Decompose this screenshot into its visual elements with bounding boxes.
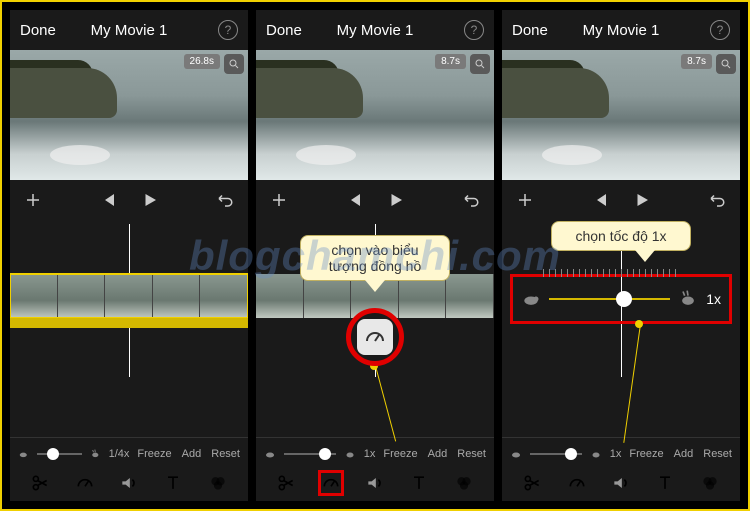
slider-ticks xyxy=(543,269,679,277)
zoom-icon[interactable] xyxy=(224,54,244,74)
video-preview: 26.8s xyxy=(10,50,248,180)
speed-mini-slider[interactable] xyxy=(37,453,82,455)
volume-icon[interactable] xyxy=(608,470,634,496)
text-icon[interactable] xyxy=(406,470,432,496)
zoom-icon[interactable] xyxy=(716,54,736,74)
undo-icon[interactable] xyxy=(708,191,726,214)
speedometer-icon[interactable] xyxy=(72,470,98,496)
undo-icon[interactable] xyxy=(462,191,480,214)
freeze-button[interactable]: Freeze xyxy=(137,448,171,460)
speed-mini-slider[interactable] xyxy=(284,453,336,455)
connector-dot xyxy=(635,320,643,328)
connector-line xyxy=(375,366,396,442)
speed-value: 1/4x xyxy=(109,448,130,460)
speed-slider-highlight[interactable]: chọn tốc độ 1x 1x xyxy=(510,274,732,324)
add-media-icon[interactable] xyxy=(516,191,534,214)
turtle-icon xyxy=(264,447,276,461)
skip-back-icon[interactable] xyxy=(591,191,609,214)
speedometer-icon[interactable] xyxy=(318,470,344,496)
callout-speed-1x: chọn tốc độ 1x xyxy=(551,221,691,251)
speed-button-highlight[interactable]: chọn vào biểu tượng đồng hồ xyxy=(346,308,404,366)
topbar: Done My Movie 1 ? xyxy=(10,10,248,50)
undo-icon[interactable] xyxy=(216,191,234,214)
timeline[interactable]: chọn tốc độ 1x 1x xyxy=(502,224,740,437)
zoom-icon[interactable] xyxy=(470,54,490,74)
filters-icon[interactable] xyxy=(205,470,231,496)
skip-back-icon[interactable] xyxy=(99,191,117,214)
done-button[interactable]: Done xyxy=(266,22,302,39)
help-icon[interactable]: ? xyxy=(218,20,238,40)
rabbit-icon xyxy=(590,447,602,461)
play-icon[interactable] xyxy=(141,191,159,214)
reset-button[interactable]: Reset xyxy=(457,448,486,460)
freeze-button[interactable]: Freeze xyxy=(383,448,417,460)
filters-icon[interactable] xyxy=(697,470,723,496)
project-title: My Movie 1 xyxy=(91,22,168,39)
volume-icon[interactable] xyxy=(116,470,142,496)
rabbit-icon xyxy=(90,447,101,461)
speed-value: 1x xyxy=(610,448,622,460)
text-icon[interactable] xyxy=(160,470,186,496)
add-button[interactable]: Add xyxy=(182,448,202,460)
speed-indicator-bar xyxy=(10,318,248,328)
connector-line xyxy=(623,324,641,443)
transport-bar xyxy=(10,180,248,224)
scissors-icon[interactable] xyxy=(27,470,53,496)
project-title: My Movie 1 xyxy=(583,22,660,39)
volume-icon[interactable] xyxy=(362,470,388,496)
done-button[interactable]: Done xyxy=(20,22,56,39)
reset-button[interactable]: Reset xyxy=(211,448,240,460)
toolbar: 1/4x Freeze Add Reset xyxy=(10,437,248,501)
turtle-icon xyxy=(18,447,29,461)
callout-speed-icon: chọn vào biểu tượng đồng hồ xyxy=(300,235,450,281)
speed-strip: 1/4x Freeze Add Reset xyxy=(18,442,240,466)
timeline[interactable] xyxy=(10,224,248,437)
add-button[interactable]: Add xyxy=(674,448,694,460)
clip-row[interactable] xyxy=(10,274,248,318)
project-title: My Movie 1 xyxy=(337,22,414,39)
duration-badge: 8.7s xyxy=(681,54,712,69)
turtle-icon xyxy=(510,447,522,461)
scissors-icon[interactable] xyxy=(273,470,299,496)
add-media-icon[interactable] xyxy=(24,191,42,214)
filters-icon[interactable] xyxy=(451,470,477,496)
turtle-icon xyxy=(521,289,541,309)
skip-back-icon[interactable] xyxy=(345,191,363,214)
speedometer-icon[interactable] xyxy=(564,470,590,496)
speed-slider[interactable] xyxy=(549,298,670,300)
video-preview: 8.7s xyxy=(502,50,740,180)
play-icon[interactable] xyxy=(387,191,405,214)
duration-badge: 8.7s xyxy=(435,54,466,69)
timeline[interactable]: chọn vào biểu tượng đồng hồ xyxy=(256,224,494,437)
done-button[interactable]: Done xyxy=(512,22,548,39)
text-icon[interactable] xyxy=(652,470,678,496)
scissors-icon[interactable] xyxy=(519,470,545,496)
slider-thumb[interactable] xyxy=(616,291,632,307)
screen-2: Done My Movie 1 ? 8.7s chọn vào biểu tượ… xyxy=(256,10,494,501)
reset-button[interactable]: Reset xyxy=(703,448,732,460)
play-icon[interactable] xyxy=(633,191,651,214)
rabbit-icon xyxy=(678,289,698,309)
rabbit-icon xyxy=(344,447,356,461)
freeze-button[interactable]: Freeze xyxy=(629,448,663,460)
speed-mini-slider[interactable] xyxy=(530,453,582,455)
speed-value-large: 1x xyxy=(706,291,721,307)
help-icon[interactable]: ? xyxy=(710,20,730,40)
help-icon[interactable]: ? xyxy=(464,20,484,40)
screen-3: Done My Movie 1 ? 8.7s chọn tốc độ 1x xyxy=(502,10,740,501)
add-button[interactable]: Add xyxy=(428,448,448,460)
speed-value: 1x xyxy=(364,448,376,460)
duration-badge: 26.8s xyxy=(184,54,220,69)
video-preview: 8.7s xyxy=(256,50,494,180)
add-media-icon[interactable] xyxy=(270,191,288,214)
screen-1: Done My Movie 1 ? 26.8s xyxy=(10,10,248,501)
